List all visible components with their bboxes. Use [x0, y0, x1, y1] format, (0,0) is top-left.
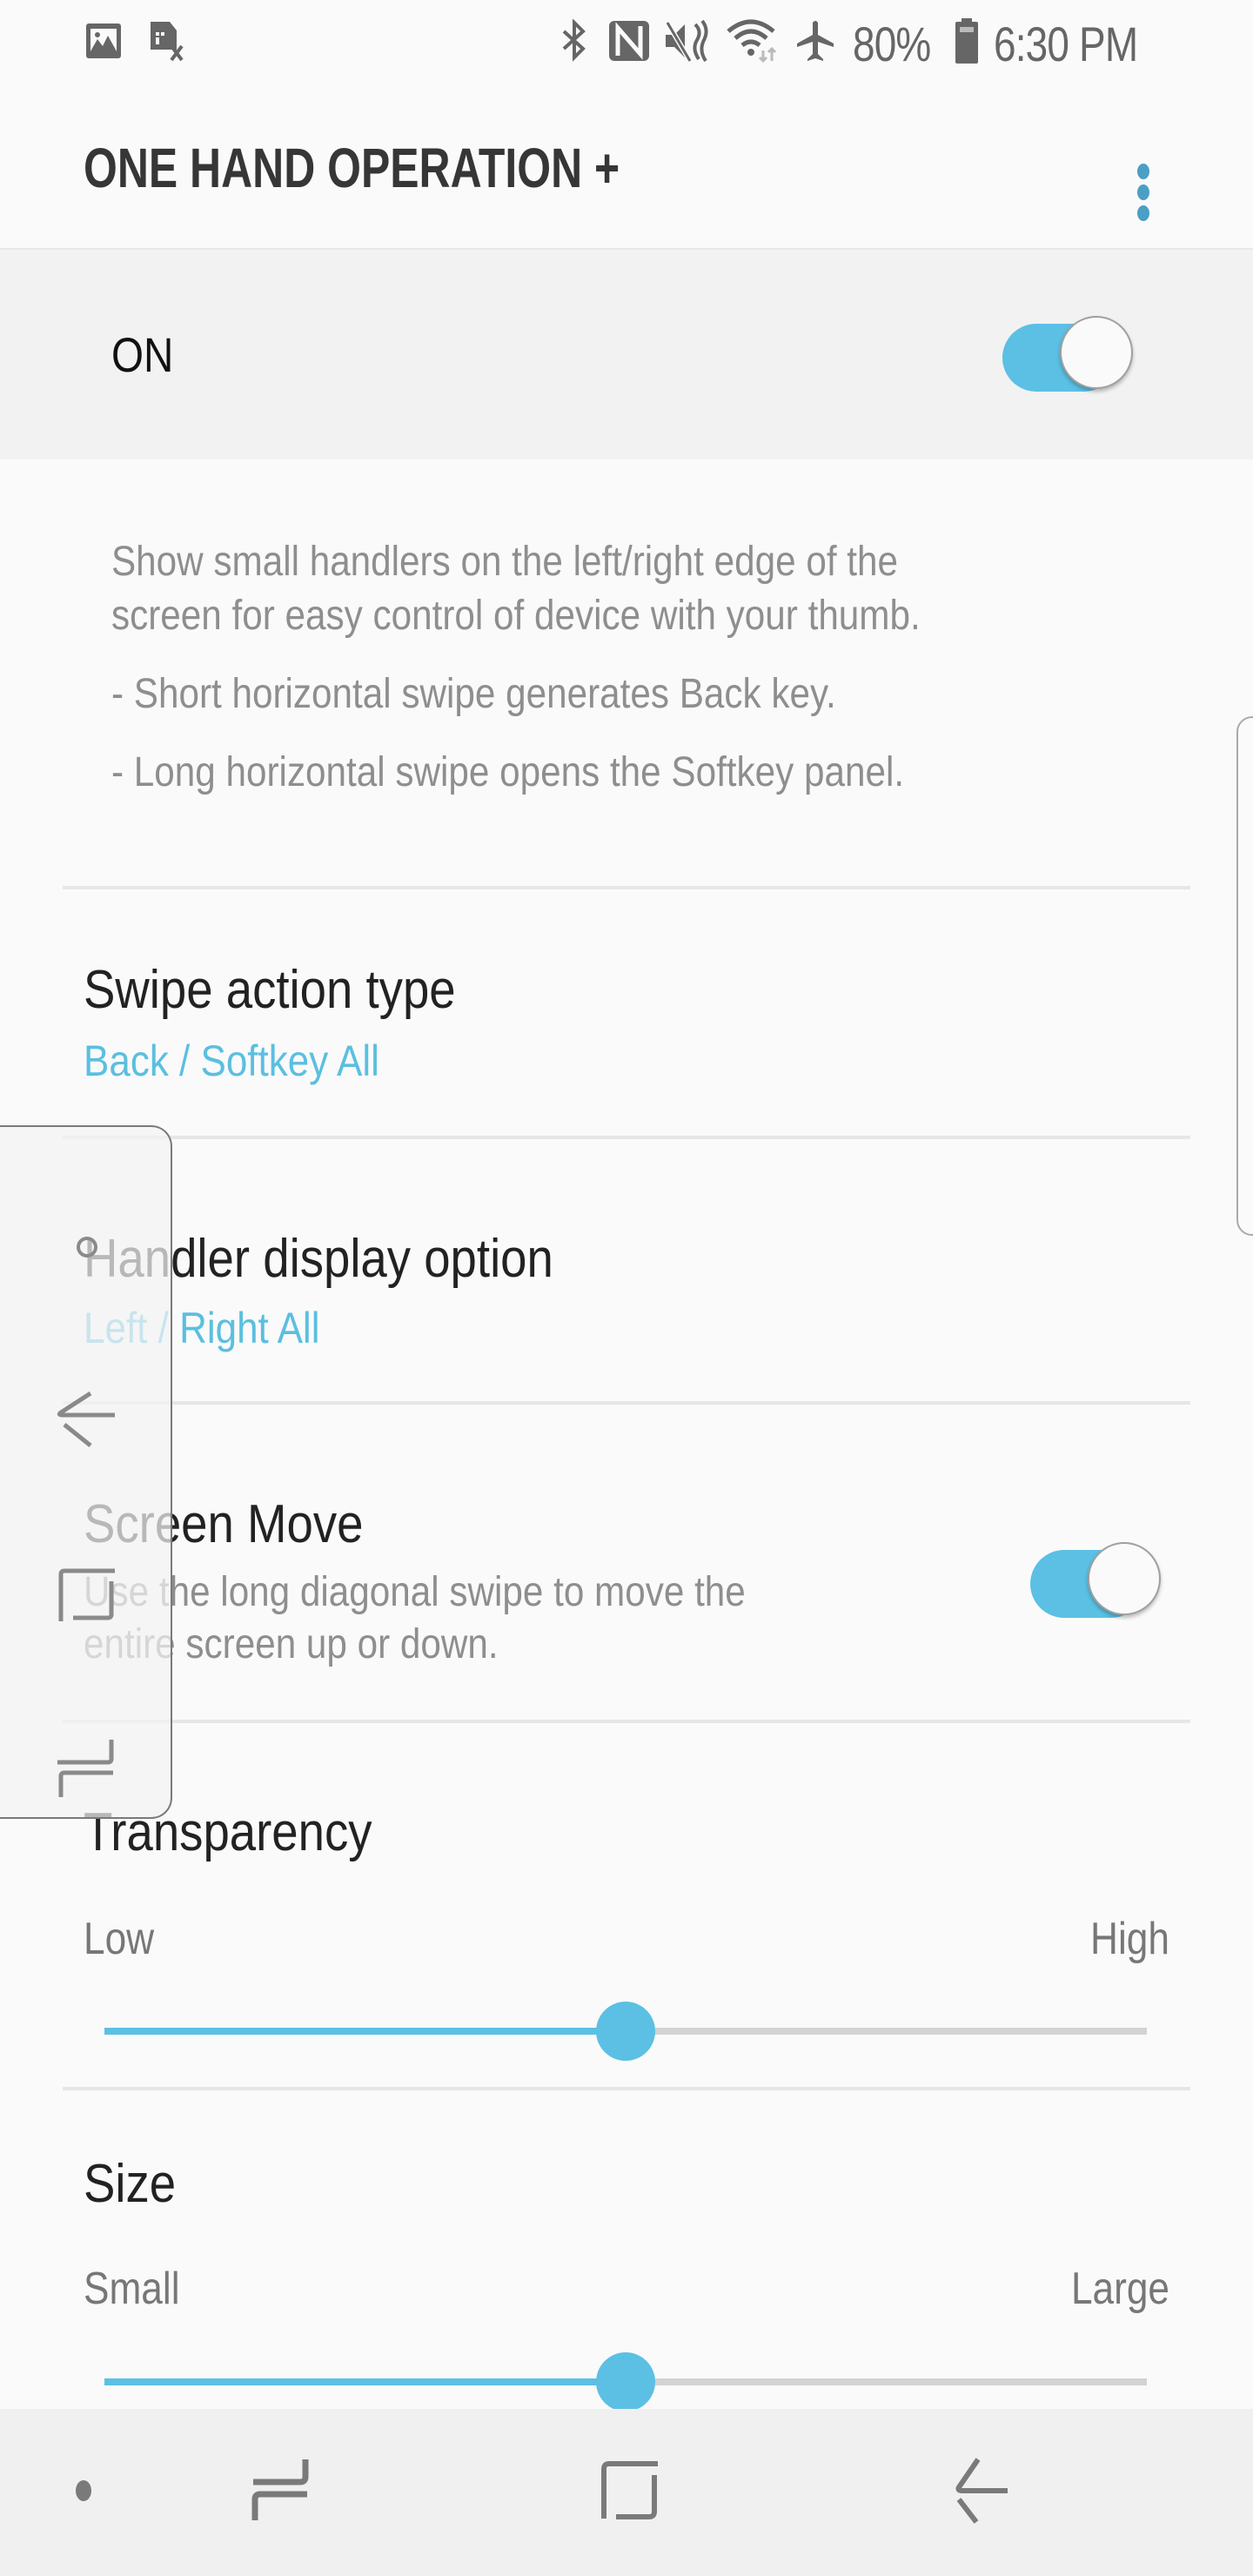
description-line: - Long horizontal swipe opens the Softke… [111, 749, 905, 795]
handler-display-option-setting[interactable]: Handler display option Left / Right All [0, 1139, 1253, 1400]
description-line: screen for easy control of device with y… [111, 593, 921, 639]
transparency-slider[interactable] [104, 1996, 1147, 2066]
slider-fill [104, 2378, 626, 2385]
screen-move-toggle[interactable] [1030, 1542, 1161, 1620]
slider-max-label: High [1090, 1914, 1169, 1964]
nav-dot-icon [73, 2478, 94, 2508]
app-bar: ONE HAND OPERATION + [0, 87, 1253, 248]
airplane-mode-icon [792, 19, 839, 63]
home-button[interactable] [578, 2444, 682, 2541]
back-arrow-icon [56, 1390, 118, 1457]
softkey-home-dot-button[interactable] [44, 1205, 131, 1292]
nav-dot-button[interactable] [31, 2444, 136, 2541]
screen-move-setting[interactable]: Screen Move Use the long diagonal swipe … [0, 1405, 1253, 1720]
recents-button[interactable] [228, 2444, 332, 2541]
battery-percent: 80% [853, 17, 931, 71]
setting-value: Back / Softkey All [84, 1036, 379, 1085]
sim-card-error-icon [146, 19, 190, 63]
home-dot-icon [74, 1234, 100, 1265]
description-line: - Short horizontal swipe generates Back … [111, 671, 836, 717]
bluetooth-icon [557, 19, 592, 63]
page-title: ONE HAND OPERATION + [84, 137, 620, 199]
swipe-action-type-setting[interactable]: Swipe action type Back / Softkey All [0, 889, 1253, 1137]
clock: 6:30 PM [994, 17, 1138, 71]
nfc-icon [606, 19, 653, 63]
slider-fill [104, 2028, 626, 2035]
navigation-bar [0, 2409, 1253, 2576]
slider-max-label: Large [1070, 2264, 1169, 2314]
setting-description-line: Use the long diagonal swipe to move the [84, 1569, 746, 1615]
softkey-back-button[interactable] [44, 1379, 131, 1466]
back-button[interactable] [928, 2444, 1032, 2541]
slider-min-label: Small [84, 2264, 180, 2314]
mute-icon [663, 19, 712, 63]
divider [63, 2087, 1190, 2090]
softkey-home-button[interactable] [44, 1553, 131, 1640]
battery-icon [954, 18, 980, 64]
master-toggle[interactable] [1002, 316, 1133, 394]
slider-thumb[interactable] [596, 2002, 655, 2061]
gallery-notification-icon [84, 19, 124, 63]
right-edge-handler[interactable] [1236, 716, 1253, 1236]
slider-min-label: Low [84, 1914, 155, 1964]
recents-icon [250, 2458, 311, 2528]
divider [63, 1720, 1190, 1723]
recents-icon [56, 1736, 118, 1807]
master-switch-bar[interactable]: ON [0, 248, 1253, 460]
size-slider[interactable] [104, 2347, 1147, 2417]
back-icon [948, 2457, 1011, 2528]
wifi-icon [724, 19, 781, 63]
slider-thumb[interactable] [596, 2352, 655, 2412]
home-square-icon [56, 1564, 118, 1631]
setting-title: Size [84, 2154, 177, 2214]
master-switch-label: ON [111, 327, 174, 382]
softkey-recents-button[interactable] [44, 1727, 131, 1815]
home-icon [599, 2459, 661, 2526]
description-line: Show small handlers on the left/right ed… [111, 539, 899, 585]
status-bar: 80% 6:30 PM [0, 0, 1253, 87]
setting-title: Swipe action type [84, 960, 456, 1020]
more-options-button[interactable] [1122, 131, 1164, 244]
toggle-knob [1060, 316, 1133, 389]
softkey-panel [0, 1125, 172, 1819]
toggle-knob [1088, 1542, 1161, 1615]
